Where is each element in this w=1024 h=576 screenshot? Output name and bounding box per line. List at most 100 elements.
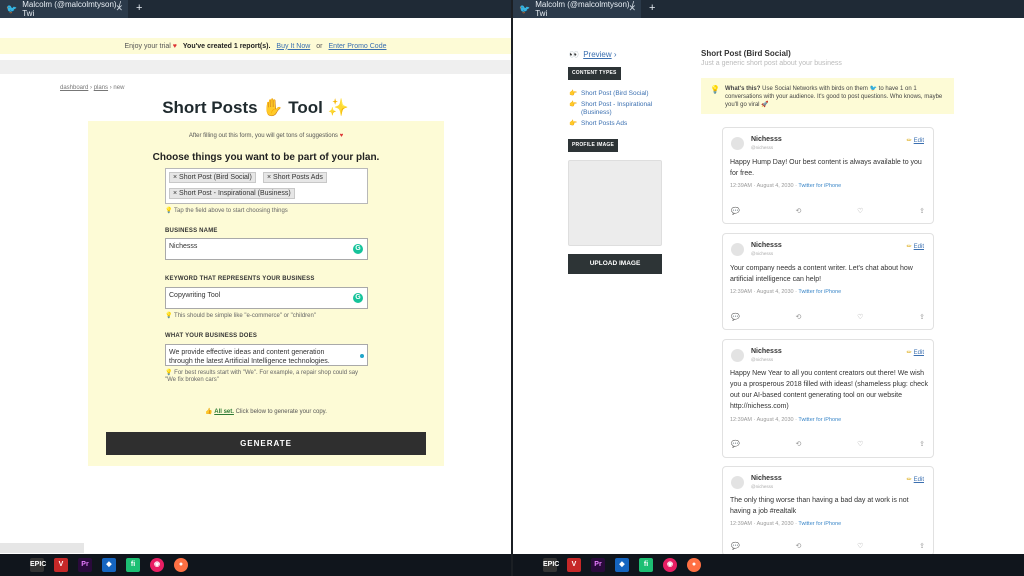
reports-created-text: You've created 1 report(s). [182, 42, 271, 50]
premiere-pro-icon[interactable]: Pr [591, 558, 605, 572]
new-tab-icon[interactable]: + [649, 2, 655, 14]
content-type-link[interactable]: 👉 Short Post - Inspirational (Business) [569, 101, 652, 116]
buy-it-now-link[interactable]: Buy It Now [276, 43, 310, 50]
spotify-icon[interactable]: ◉ [663, 558, 677, 572]
upload-image-button[interactable]: UPLOAD IMAGE [568, 254, 662, 274]
reply-icon[interactable]: 💬 [731, 440, 740, 448]
grammarly-icon[interactable]: G [353, 244, 363, 254]
share-icon[interactable]: ⇪ [919, 313, 925, 321]
keyword-input[interactable]: Copywriting Tool G [165, 287, 368, 309]
heart-icon: ♥ [339, 133, 344, 139]
content-type-link[interactable]: 👉 Short Post (Bird Social) [569, 90, 649, 98]
selected-tag[interactable]: × Short Posts Ads [263, 172, 327, 183]
tweet-source: Twitter for iPhone [798, 183, 842, 189]
spotify-icon[interactable]: ◉ [150, 558, 164, 572]
all-set-message: 👍 All set. Click below to generate your … [88, 408, 444, 415]
browser-tab[interactable]: 🐦 Malcolm (@malcolmtyson) / Twi ✕ [0, 0, 128, 18]
content-type-subtitle: Just a generic short post about your bus… [701, 60, 842, 67]
preview-label: Preview [583, 50, 612, 59]
tweet-actions: 💬 ⟲ ♡ ⇪ [731, 313, 925, 321]
retweet-icon[interactable]: ⟲ [795, 207, 801, 215]
edit-link[interactable]: ✏ Edit [907, 476, 924, 483]
close-tab-icon[interactable]: ✕ [115, 3, 123, 14]
close-tab-icon[interactable]: ✕ [628, 3, 636, 14]
thumbs-up-icon: 👍 [205, 409, 213, 415]
profile-image-badge: PROFILE IMAGE [568, 139, 619, 152]
breadcrumb-current: new [113, 85, 125, 91]
like-icon[interactable]: ♡ [857, 542, 863, 550]
fiverr-icon[interactable]: fi [639, 558, 653, 572]
content-type-selector[interactable]: × Short Post (Bird Social) × Short Posts… [165, 168, 368, 204]
business-does-label: WHAT YOUR BUSINESS DOES [165, 333, 258, 339]
shield-icon[interactable]: ◆ [615, 558, 629, 572]
epic-games-icon[interactable]: EPIC [30, 558, 46, 572]
all-set-text: Click below to generate your copy. [235, 409, 327, 415]
firefox-icon[interactable]: ● [174, 558, 188, 572]
grammarly-icon[interactable]: G [353, 293, 363, 303]
tweet-source: Twitter for iPhone [798, 417, 842, 423]
toolbar-strip [0, 60, 511, 74]
business-name-input[interactable]: Nichesss G [165, 238, 368, 260]
fiverr-icon[interactable]: fi [126, 558, 140, 572]
breadcrumb-plans[interactable]: plans [94, 85, 108, 91]
like-icon[interactable]: ♡ [857, 313, 863, 321]
tweet-card: Nichesss @nichesss ✏ Edit Your company ne… [722, 233, 934, 330]
form-intro-text: After filling out this form, you will ge… [188, 133, 338, 139]
new-tab-icon[interactable]: + [136, 2, 142, 14]
retweet-icon[interactable]: ⟲ [795, 440, 801, 448]
business-does-hint-text: "We fix broken cars" [165, 377, 219, 383]
shield-icon[interactable]: ◆ [102, 558, 116, 572]
business-does-textarea[interactable]: We provide effective ideas and content g… [165, 344, 368, 366]
content-types-badge: CONTENT TYPES [568, 67, 621, 80]
edit-link[interactable]: ✏ Edit [907, 243, 924, 250]
retweet-icon[interactable]: ⟲ [795, 542, 801, 550]
epic-games-icon[interactable]: EPIC [543, 558, 559, 572]
share-icon[interactable]: ⇪ [919, 542, 925, 550]
tweet-meta: 12:39AM · August 4, 2030 · Twitter for i… [730, 183, 841, 189]
share-icon[interactable]: ⇪ [919, 207, 925, 215]
reply-icon[interactable]: 💬 [731, 313, 740, 321]
plan-form-card: After filling out this form, you will ge… [88, 121, 444, 466]
share-icon[interactable]: ⇪ [919, 440, 925, 448]
content-type-link[interactable]: 👉 Short Posts Ads [569, 120, 627, 128]
page-title: Short Posts ✋ Tool ✨ [0, 98, 511, 118]
business-does-hint-text: For best results start with "We". For ex… [174, 370, 359, 376]
all-set-link[interactable]: All set. [214, 409, 234, 415]
tab-bar: 🐦 Malcolm (@malcolmtyson) / Twi ✕ + [513, 0, 1024, 18]
business-name-label: BUSINESS NAME [165, 228, 218, 234]
retweet-icon[interactable]: ⟲ [795, 313, 801, 321]
tag-label: Short Posts Ads [273, 174, 323, 181]
pencil-icon: ✏ [906, 350, 912, 356]
page-title-text: Short Posts [162, 98, 258, 117]
tweet-author-name: Nichesss [751, 136, 782, 143]
selected-tag[interactable]: × Short Post (Bird Social) [169, 172, 256, 183]
edit-link[interactable]: ✏ Edit [907, 137, 924, 144]
eyes-icon: 👀 [569, 50, 579, 59]
pencil-icon: ✏ [906, 477, 912, 483]
like-icon[interactable]: ♡ [857, 440, 863, 448]
horizontal-scrollbar[interactable] [0, 543, 84, 553]
reply-icon[interactable]: 💬 [731, 207, 740, 215]
tweet-handle: @nichesss [751, 145, 774, 150]
edit-link[interactable]: ✏ Edit [907, 349, 924, 356]
reply-icon[interactable]: 💬 [731, 542, 740, 550]
pointing-hand-icon: 👉 [569, 120, 578, 127]
browser-tab[interactable]: 🐦 Malcolm (@malcolmtyson) / Twi ✕ [513, 0, 641, 18]
tag-label: Short Post (Bird Social) [179, 174, 252, 181]
preview-link[interactable]: 👀 Preview › [569, 50, 617, 59]
selected-tag[interactable]: × Short Post - Inspirational (Business) [169, 188, 295, 199]
vivaldi-icon[interactable]: V [567, 558, 581, 572]
vivaldi-icon[interactable]: V [54, 558, 68, 572]
tweet-meta: 12:39AM · August 4, 2030 · Twitter for i… [730, 417, 841, 423]
like-icon[interactable]: ♡ [857, 207, 863, 215]
generate-button[interactable]: GENERATE [106, 432, 426, 455]
enter-promo-code-link[interactable]: Enter Promo Code [329, 43, 387, 50]
firefox-icon[interactable]: ● [687, 558, 701, 572]
breadcrumb-dashboard[interactable]: dashboard [60, 85, 88, 91]
avatar [731, 349, 744, 362]
tweet-text: Your company needs a content writer. Let… [730, 265, 913, 283]
premiere-pro-icon[interactable]: Pr [78, 558, 92, 572]
lightbulb-icon: 💡 [165, 370, 173, 376]
twitter-bird-icon: 🐦 [519, 3, 531, 14]
tweet-meta: 12:39AM · August 4, 2030 · Twitter for i… [730, 289, 841, 295]
